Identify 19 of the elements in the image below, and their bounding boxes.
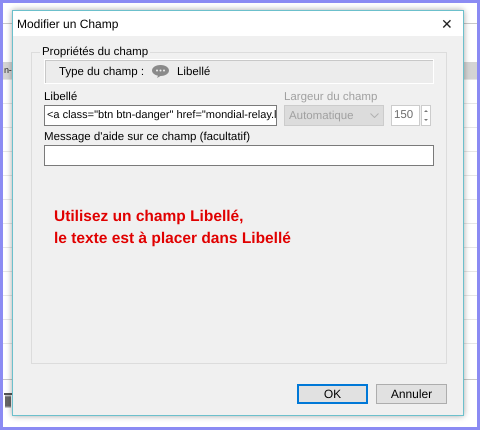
- input-field[interactable]: <a class="btn btn-danger" href="mondial-relay.l: [44, 105, 277, 126]
- trash-icon[interactable]: [4, 392, 12, 408]
- spinner-icon[interactable]: [421, 105, 431, 126]
- field-type-label: Type du champ :: [59, 66, 144, 78]
- dialog-title: Modifier un Champ: [17, 16, 118, 30]
- dialog-button[interactable]: Annuler: [376, 384, 447, 404]
- group-title: Propriétés du champ: [41, 46, 150, 58]
- field-label: Largeur du champ: [284, 90, 378, 105]
- chevron-down-icon: [370, 113, 379, 118]
- speech-bubble-icon: [152, 65, 170, 78]
- field-label: Libellé: [44, 90, 78, 105]
- field-type-value: Libellé: [177, 66, 210, 78]
- input-field[interactable]: [44, 145, 434, 166]
- row-text: n-: [4, 65, 12, 75]
- dialog-button[interactable]: OK: [297, 384, 368, 404]
- instruction-text: Utilisez un champ Libellé,: [54, 207, 244, 227]
- close-button[interactable]: ✕: [437, 16, 457, 32]
- field-label: Message d'aide sur ce champ (facultatif): [44, 130, 252, 145]
- instruction-text: le texte est à placer dans Libellé: [54, 229, 292, 249]
